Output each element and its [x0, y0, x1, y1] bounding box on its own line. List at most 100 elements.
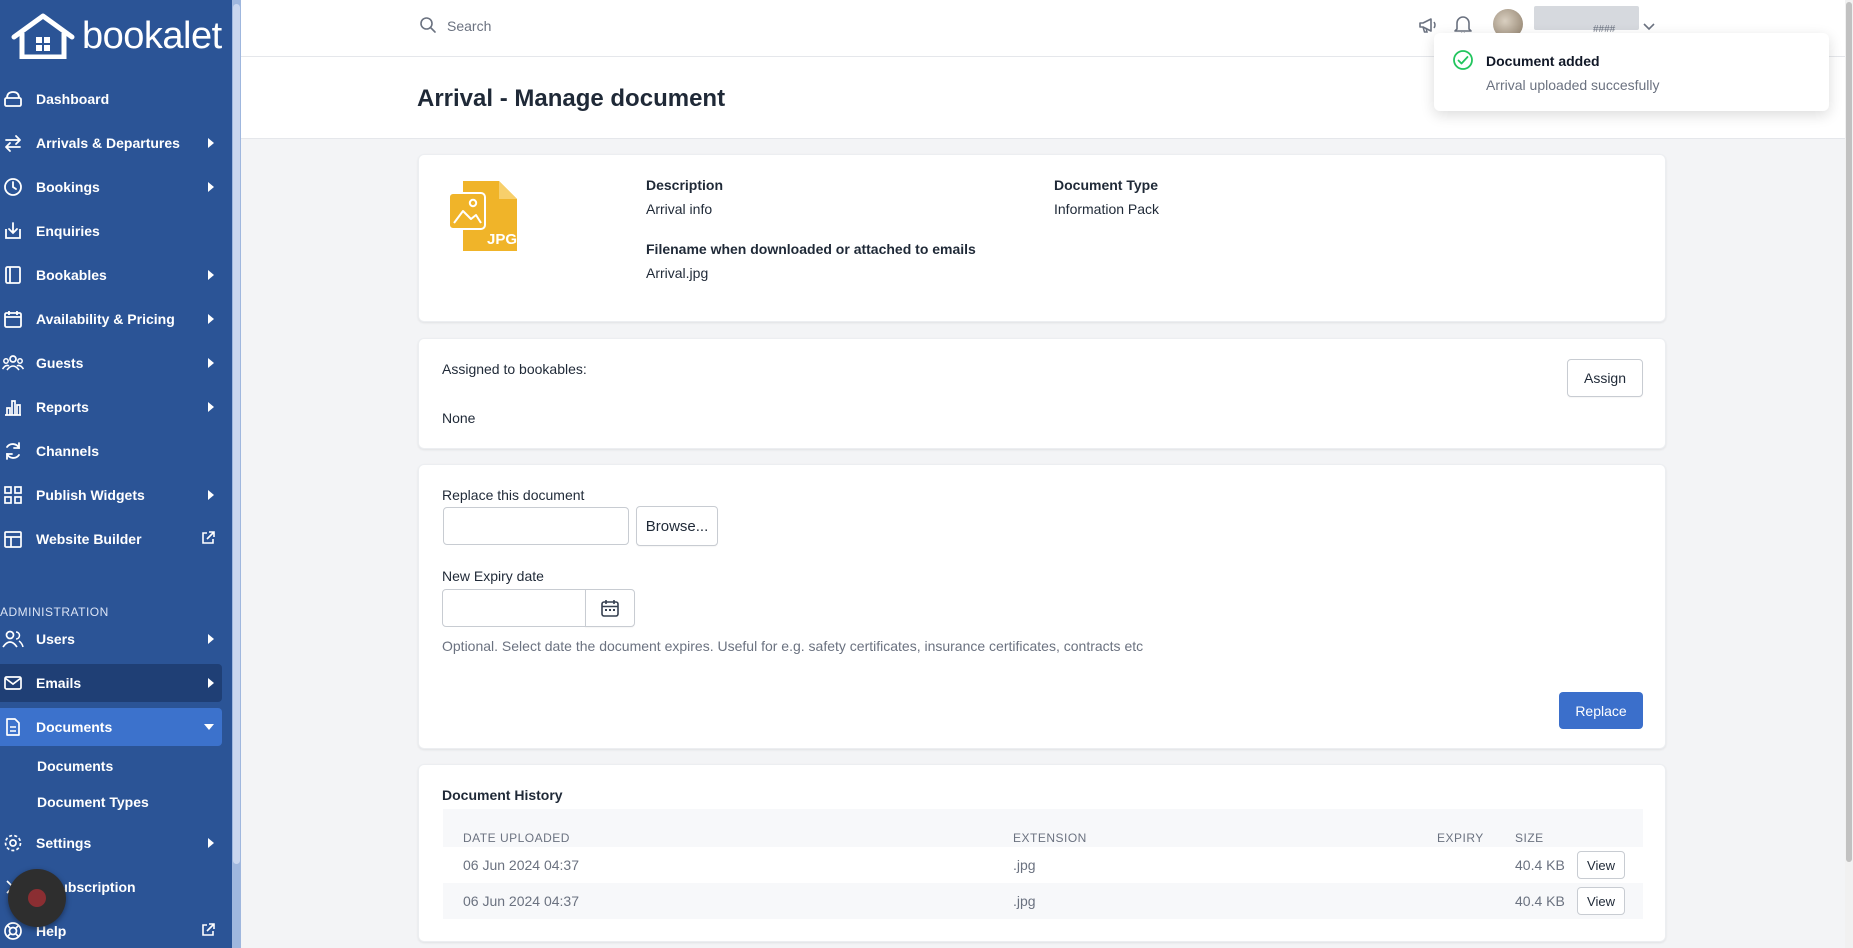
page-scrollbar-thumb[interactable] — [1846, 2, 1852, 862]
document-type-value: Information Pack — [1054, 201, 1160, 217]
sidebar-item-publish-widgets[interactable]: Publish Widgets — [0, 476, 222, 514]
bookalet-logo[interactable]: bookalet — [10, 12, 222, 60]
sidebar-item-label: Reports — [36, 399, 89, 415]
sidebar-item-label: Dashboard — [36, 91, 110, 107]
external-link-icon — [200, 922, 216, 941]
external-link-icon — [200, 530, 216, 549]
caret-right-icon — [208, 358, 214, 368]
column-date-uploaded: DATE UPLOADED — [463, 831, 570, 845]
view-button[interactable]: View — [1577, 887, 1625, 915]
sidebar-item-reports[interactable]: Reports — [0, 388, 222, 426]
logo-text: bookalet — [82, 14, 222, 57]
sidebar-item-channels[interactable]: Channels — [0, 432, 222, 470]
calendar-icon — [601, 600, 619, 617]
column-extension: EXTENSION — [1013, 831, 1087, 845]
sidebar-item-emails[interactable]: Emails — [0, 664, 222, 702]
toast-message: Arrival uploaded succesfully — [1486, 77, 1660, 93]
expiry-date-input[interactable] — [442, 589, 586, 627]
cell-extension: .jpg — [1013, 857, 1036, 873]
assigned-value: None — [442, 410, 476, 426]
cell-extension: .jpg — [1013, 893, 1036, 909]
sidebar-item-label: Documents — [36, 719, 113, 735]
document-icon — [2, 716, 24, 738]
history-title: Document History — [442, 787, 563, 803]
caret-right-icon — [208, 270, 214, 280]
page-title: Arrival - Manage document — [417, 85, 726, 112]
sidebar-item-label: Help — [36, 923, 67, 939]
file-path-input[interactable] — [443, 507, 629, 545]
document-history-card: Document History DATE UPLOADED EXTENSION… — [418, 764, 1666, 942]
sidebar-item-label: Channels — [36, 443, 100, 459]
browse-button[interactable]: Browse... — [636, 506, 718, 546]
house-logo-icon — [11, 13, 75, 59]
sidebar-item-enquiries[interactable]: Enquiries — [0, 212, 222, 250]
sidebar-item-label: Availability & Pricing — [36, 311, 175, 327]
expiry-hint: Optional. Select date the document expir… — [442, 638, 1144, 654]
sidebar-item-settings[interactable]: Settings — [0, 824, 222, 862]
check-circle-icon — [1452, 49, 1474, 76]
cell-date: 06 Jun 2024 04:37 — [463, 893, 579, 909]
column-expiry: EXPIRY — [1437, 831, 1484, 845]
caret-right-icon — [208, 314, 214, 324]
sidebar-item-users[interactable]: Users — [0, 620, 222, 658]
sidebar-item-website-builder[interactable]: Website Builder — [0, 520, 222, 558]
grid-squares-icon — [2, 484, 24, 506]
sidebar-item-bookables[interactable]: Bookables — [0, 256, 222, 294]
sidebar-item-documents[interactable]: Documents — [0, 708, 222, 746]
sidebar-subitem-documents[interactable]: Documents — [37, 758, 113, 774]
sidebar-item-dashboard[interactable]: Dashboard — [0, 80, 222, 118]
sidebar-scrollbar[interactable] — [232, 0, 241, 948]
view-button[interactable]: View — [1577, 851, 1625, 879]
users-icon — [2, 628, 24, 650]
cell-size: 40.4 KB — [1515, 893, 1565, 909]
success-toast[interactable]: Document added Arrival uploaded succesfu… — [1434, 33, 1829, 111]
lifebuoy-icon — [2, 920, 24, 942]
caret-right-icon — [208, 634, 214, 644]
table-row: 06 Jun 2024 04:37 .jpg 40.4 KB View — [443, 883, 1643, 919]
book-icon — [2, 264, 24, 286]
sidebar-item-label: Publish Widgets — [36, 487, 145, 503]
assigned-bookables-card: Assigned to bookables: None Assign — [418, 338, 1666, 449]
document-details-card: JPG Description Arrival info Document Ty… — [418, 154, 1666, 322]
sidebar-item-label: Subscription — [50, 879, 136, 895]
user-name-redacted[interactable] — [1534, 6, 1639, 30]
search-input[interactable] — [447, 14, 747, 38]
replace-button[interactable]: Replace — [1559, 692, 1643, 729]
sidebar-item-label: Enquiries — [36, 223, 100, 239]
caret-right-icon — [208, 138, 214, 148]
caret-right-icon — [208, 182, 214, 192]
table-row: 06 Jun 2024 04:37 .jpg 40.4 KB View — [443, 847, 1643, 883]
file-type-badge: JPG — [487, 231, 518, 248]
filename-value: Arrival.jpg — [646, 265, 709, 281]
cell-size: 40.4 KB — [1515, 857, 1565, 873]
record-dot-icon — [28, 889, 46, 907]
page-scrollbar[interactable] — [1845, 0, 1853, 948]
caret-right-icon — [208, 490, 214, 500]
users-group-icon — [2, 352, 24, 374]
caret-right-icon — [208, 838, 214, 848]
sidebar-subitem-document-types[interactable]: Document Types — [37, 794, 149, 810]
record-button[interactable] — [8, 869, 66, 927]
sidebar-item-label: Settings — [36, 835, 92, 851]
caret-down-icon — [204, 724, 214, 730]
assigned-label: Assigned to bookables: — [442, 361, 587, 377]
sidebar-item-availability-pricing[interactable]: Availability & Pricing — [0, 300, 222, 338]
sidebar-item-arrivals-departures[interactable]: Arrivals & Departures — [0, 124, 222, 162]
sidebar-item-bookings[interactable]: Bookings — [0, 168, 222, 206]
sidebar-item-guests[interactable]: Guests — [0, 344, 222, 382]
toast-title: Document added — [1486, 53, 1600, 69]
search-icon — [419, 16, 437, 39]
arrows-swap-icon — [2, 132, 24, 154]
assign-button[interactable]: Assign — [1567, 359, 1643, 397]
cell-date: 06 Jun 2024 04:37 — [463, 857, 579, 873]
sidebar-scrollbar-thumb[interactable] — [233, 4, 240, 864]
dashboard-icon — [2, 88, 24, 110]
description-value: Arrival info — [646, 201, 713, 217]
caret-right-icon — [208, 402, 214, 412]
date-picker-button[interactable] — [585, 589, 635, 627]
sidebar-item-label: Bookings — [36, 179, 100, 195]
sidebar-item-label: Emails — [36, 675, 82, 691]
filename-label: Filename when downloaded or attached to … — [646, 241, 976, 257]
expiry-date-label: New Expiry date — [442, 568, 544, 584]
document-type-label: Document Type — [1054, 177, 1158, 193]
